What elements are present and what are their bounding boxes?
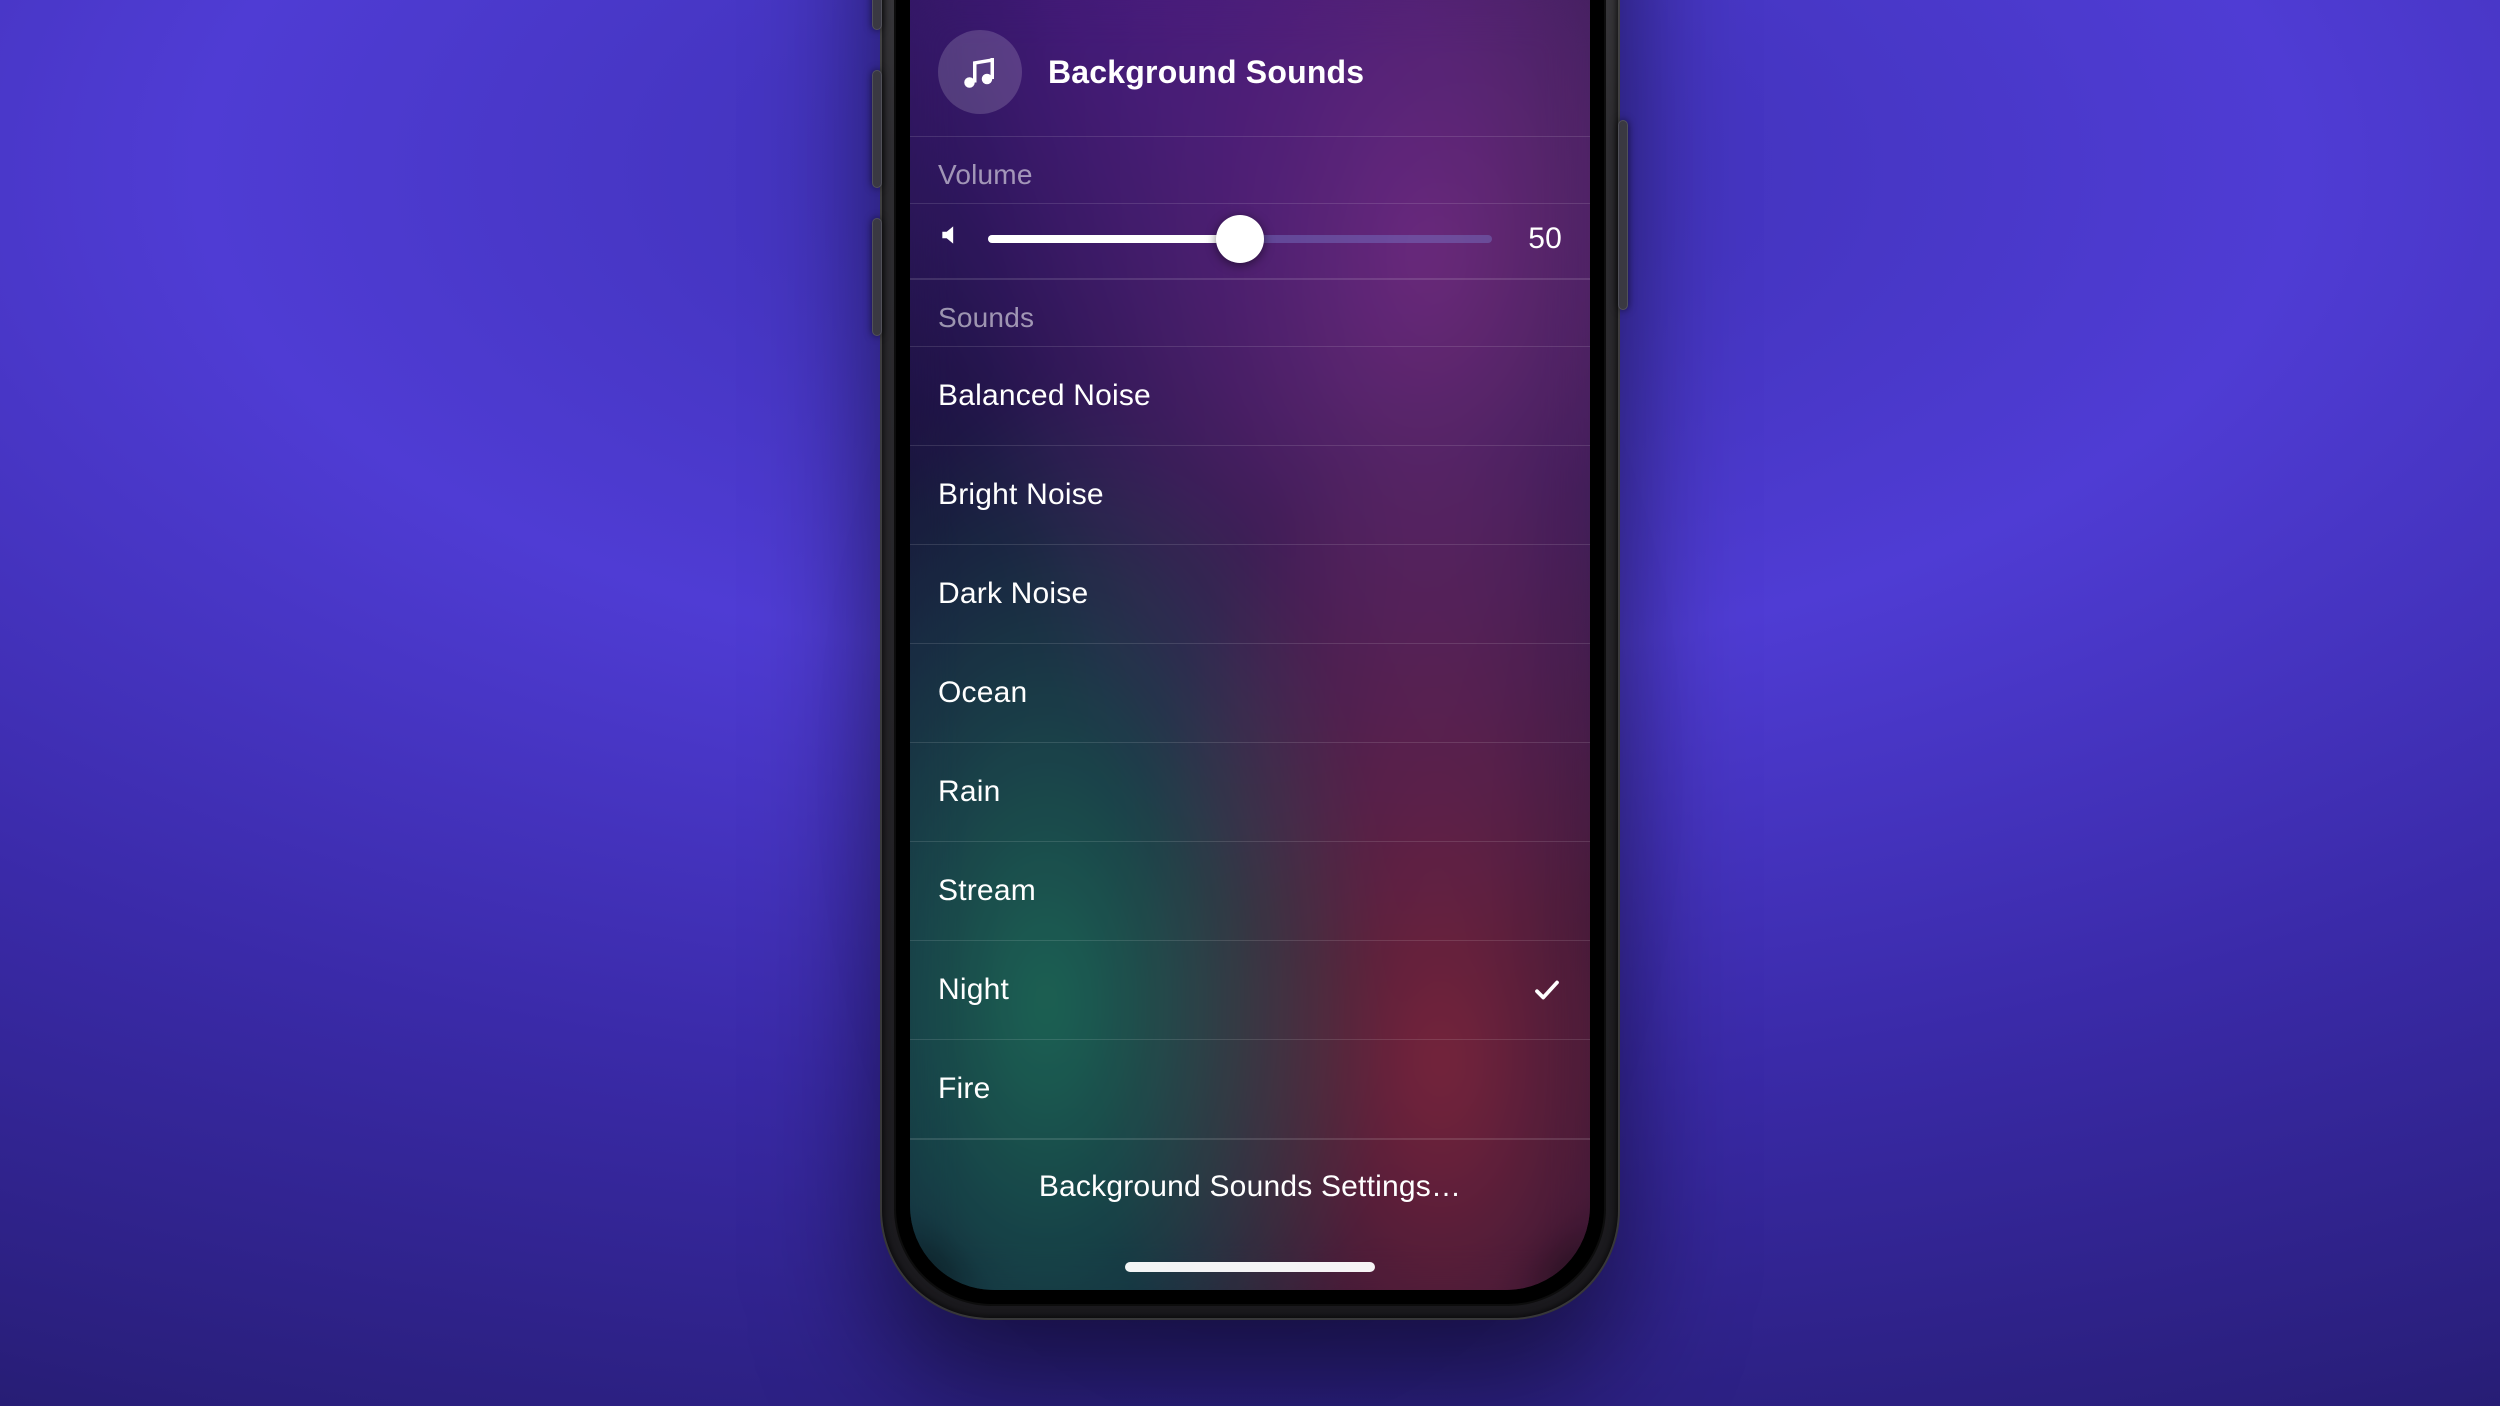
sounds-section-label: Sounds [910, 279, 1590, 346]
screen: Background Sounds Volume [910, 0, 1590, 1290]
sound-option-label: Stream [938, 874, 1036, 908]
panel-header: Background Sounds [910, 0, 1590, 136]
sound-option-stream[interactable]: Stream [910, 842, 1590, 941]
sound-option-dark-noise[interactable]: Dark Noise [910, 545, 1590, 644]
sound-option-ocean[interactable]: Ocean [910, 644, 1590, 743]
volume-up-button[interactable] [872, 70, 882, 188]
volume-section-label: Volume [910, 136, 1590, 203]
checkmark-icon [1532, 975, 1562, 1005]
mute-switch[interactable] [872, 0, 882, 30]
sound-option-label: Dark Noise [938, 577, 1088, 611]
sound-option-fire[interactable]: Fire [910, 1040, 1590, 1139]
power-button[interactable] [1618, 120, 1628, 310]
sound-option-label: Rain [938, 775, 1001, 809]
sound-option-label: Night [938, 973, 1009, 1007]
volume-row: 50 [910, 203, 1590, 279]
sound-option-label: Fire [938, 1072, 990, 1106]
volume-down-button[interactable] [872, 218, 882, 336]
sounds-list: Balanced Noise Bright Noise Dark Noise Ocea… [910, 346, 1590, 1139]
sound-option-label: Ocean [938, 676, 1027, 710]
music-notes-icon [938, 30, 1022, 114]
phone-chassis: Background Sounds Volume [880, 0, 1620, 1320]
panel-title: Background Sounds [1048, 54, 1364, 91]
volume-thumb[interactable] [1216, 215, 1264, 263]
sound-option-label: Balanced Noise [938, 379, 1151, 413]
sound-option-rain[interactable]: Rain [910, 743, 1590, 842]
volume-value: 50 [1516, 222, 1562, 256]
sound-option-balanced-noise[interactable]: Balanced Noise [910, 346, 1590, 446]
background-sounds-settings-button[interactable]: Background Sounds Settings… [910, 1139, 1590, 1242]
volume-slider[interactable] [988, 235, 1492, 243]
sound-option-bright-noise[interactable]: Bright Noise [910, 446, 1590, 545]
background-sounds-panel: Background Sounds Volume [910, 0, 1590, 1290]
speaker-icon [938, 222, 964, 256]
sound-option-night[interactable]: Night [910, 941, 1590, 1040]
sound-option-label: Bright Noise [938, 478, 1104, 512]
home-indicator[interactable] [1125, 1262, 1375, 1272]
